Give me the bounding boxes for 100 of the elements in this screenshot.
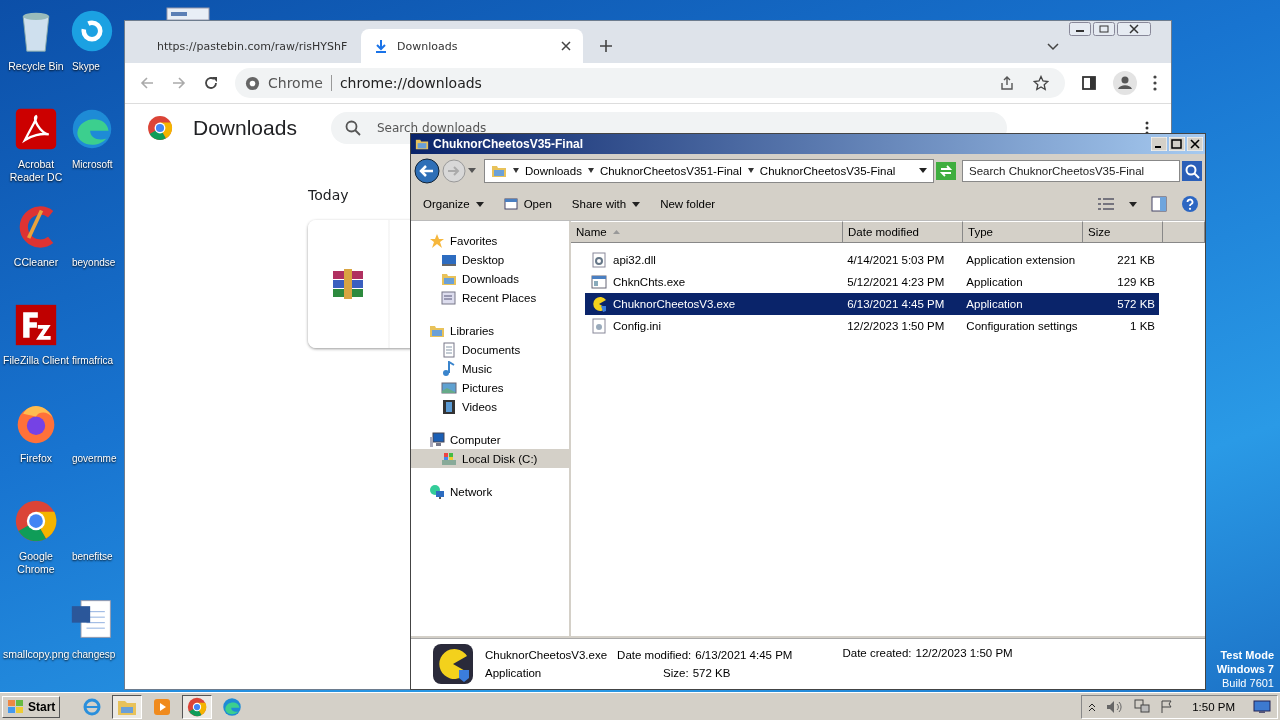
nav-item[interactable]: Recent Places (411, 288, 569, 307)
nav-item[interactable]: Local Disk (C:) (411, 449, 569, 468)
chrome-icon (14, 499, 58, 543)
taskbar-button[interactable] (112, 694, 143, 719)
table-cell-text: 572 KB (1116, 298, 1156, 310)
desktop-icon-label[interactable]: Acrobat Reader DC (3, 158, 69, 184)
share-icon[interactable] (999, 75, 1015, 91)
caret-icon[interactable] (919, 168, 927, 174)
chrome-icon (187, 696, 208, 717)
desktop-icon-label[interactable]: Google Chrome (3, 550, 69, 576)
nav-item[interactable]: Desktop (411, 250, 569, 269)
field-label: Size: (663, 667, 689, 679)
nav-item[interactable]: Network (411, 482, 569, 501)
profile-icon[interactable] (1113, 71, 1137, 95)
taskbar-button[interactable] (182, 694, 213, 719)
column-header[interactable]: Type (963, 221, 1083, 243)
flag-icon[interactable] (1160, 699, 1175, 714)
address-bar[interactable]: Chrome chrome://downloads (235, 68, 1065, 98)
address-bar[interactable]: Downloads ChuknorCheetosV351-Final ChuknorCheetosV35-Final (484, 159, 934, 183)
file-row[interactable]: Config.ini 12/2/2023 1:50 PM Configuration settings 1 KB (585, 315, 1159, 337)
star-icon[interactable] (1033, 75, 1049, 91)
nav-item[interactable]: Videos (411, 397, 569, 416)
url-text: chrome://downloads (339, 75, 482, 91)
view-list-icon[interactable] (1097, 197, 1115, 211)
desktop-icon-label[interactable]: changesp (70, 648, 116, 661)
file-row[interactable]: api32.dll 4/14/2021 5:03 PM Application extension 221 KB (585, 249, 1159, 271)
desktop-icon-label[interactable]: Skype (70, 60, 100, 73)
desktop-icon-label[interactable]: Recycle Bin (3, 60, 69, 73)
desktop-icon-label[interactable]: firmafrica (70, 354, 114, 367)
file-row[interactable]: ChknChts.exe 5/12/2021 4:23 PM Application 129 KB (585, 271, 1159, 293)
maximize-icon[interactable] (1169, 137, 1185, 151)
refresh-icon[interactable] (936, 162, 956, 180)
search-icon (345, 120, 361, 136)
field-value: 12/2/2023 1:50 PM (915, 647, 1013, 659)
nav-item[interactable]: Libraries (411, 321, 569, 340)
desktop-icon-label[interactable]: benefitse (70, 550, 113, 563)
star-icon (429, 232, 445, 249)
field-label: Date created: (842, 647, 912, 659)
chevron-down-icon[interactable] (1047, 43, 1059, 51)
pacman-icon (431, 642, 475, 686)
desktop-icon-label[interactable]: governme (70, 452, 117, 465)
column-header[interactable]: Date modified (843, 221, 963, 243)
toolbar-button[interactable]: Organize (417, 195, 490, 213)
clock[interactable]: 1:50 PM (1192, 700, 1235, 713)
column-header[interactable]: Name (571, 221, 843, 243)
network-icon (429, 483, 445, 500)
caret-icon (475, 201, 484, 207)
folder-icon (415, 137, 429, 151)
preview-pane-icon[interactable] (1151, 196, 1167, 212)
nav-item[interactable]: Downloads (411, 269, 569, 288)
table-cell-text: 1 KB (1129, 320, 1156, 332)
back-icon[interactable] (414, 158, 440, 184)
desktop-icon-label[interactable]: CCleaner (3, 256, 69, 269)
page-title: Downloads (193, 115, 298, 141)
column-header[interactable]: Size (1083, 221, 1163, 243)
toolbar-button[interactable]: Share with (565, 195, 647, 213)
nav-item[interactable]: Music (411, 359, 569, 378)
search-icon[interactable] (1182, 161, 1202, 181)
browser-tab[interactable]: https://pastebin.com/raw/risHYShF (137, 29, 359, 63)
network-icon[interactable] (1134, 698, 1151, 715)
side-panel-icon[interactable] (1081, 75, 1097, 91)
music-note-icon (441, 360, 457, 377)
desktop-icon-label[interactable]: Microsoft (70, 158, 113, 171)
reload-icon[interactable] (203, 75, 219, 91)
help-icon[interactable] (1181, 195, 1199, 213)
desktop-icon-label[interactable]: FileZilla Client (3, 354, 69, 367)
close-icon[interactable] (561, 41, 571, 51)
show-desktop-icon[interactable] (1253, 699, 1271, 714)
file-name: Config.ini (613, 320, 661, 332)
toolbar-button[interactable]: Open (497, 194, 558, 214)
disk-drive-icon (441, 450, 457, 467)
computer-icon (429, 431, 445, 448)
desktop-icon-label[interactable]: beyondse (70, 256, 116, 269)
field-label: Date modified: (617, 649, 692, 661)
toolbar-button[interactable]: New folder (654, 195, 722, 213)
caret-icon[interactable] (1129, 201, 1137, 207)
menu-icon[interactable] (1153, 75, 1157, 91)
table-cell-text: 129 KB (1116, 276, 1156, 288)
start-button[interactable]: Start (2, 695, 61, 718)
desktop-icon-label[interactable]: smallcopy.png (3, 648, 69, 661)
speaker-icon[interactable] (1106, 699, 1125, 714)
caret-icon (632, 201, 641, 207)
folder-icon (491, 163, 507, 179)
nav-item[interactable]: Documents (411, 340, 569, 359)
nav-item[interactable]: Pictures (411, 378, 569, 397)
filezilla-icon (14, 303, 58, 347)
file-row[interactable]: ChuknorCheetosV3.exe 6/13/2021 4:45 PM Application 572 KB (585, 293, 1159, 315)
table-cell-text: 221 KB (1116, 254, 1156, 266)
browser-tab[interactable]: Downloads (361, 29, 583, 63)
download-icon (373, 38, 389, 54)
nav-item[interactable]: Favorites (411, 231, 569, 250)
nav-item[interactable]: Computer (411, 430, 569, 449)
search-field[interactable]: Search ChuknorCheetosV35-Final (962, 160, 1180, 182)
table-cell-text: 4/14/2021 5:03 PM (846, 254, 946, 266)
field-value: 6/13/2021 4:45 PM (695, 649, 793, 661)
desktop-icon-label[interactable]: Firefox (3, 452, 69, 465)
minimize-icon[interactable] (1069, 22, 1091, 36)
chevron-up-icon[interactable] (1088, 701, 1097, 712)
new-tab-icon[interactable] (599, 39, 613, 53)
close-icon[interactable] (1117, 22, 1151, 36)
